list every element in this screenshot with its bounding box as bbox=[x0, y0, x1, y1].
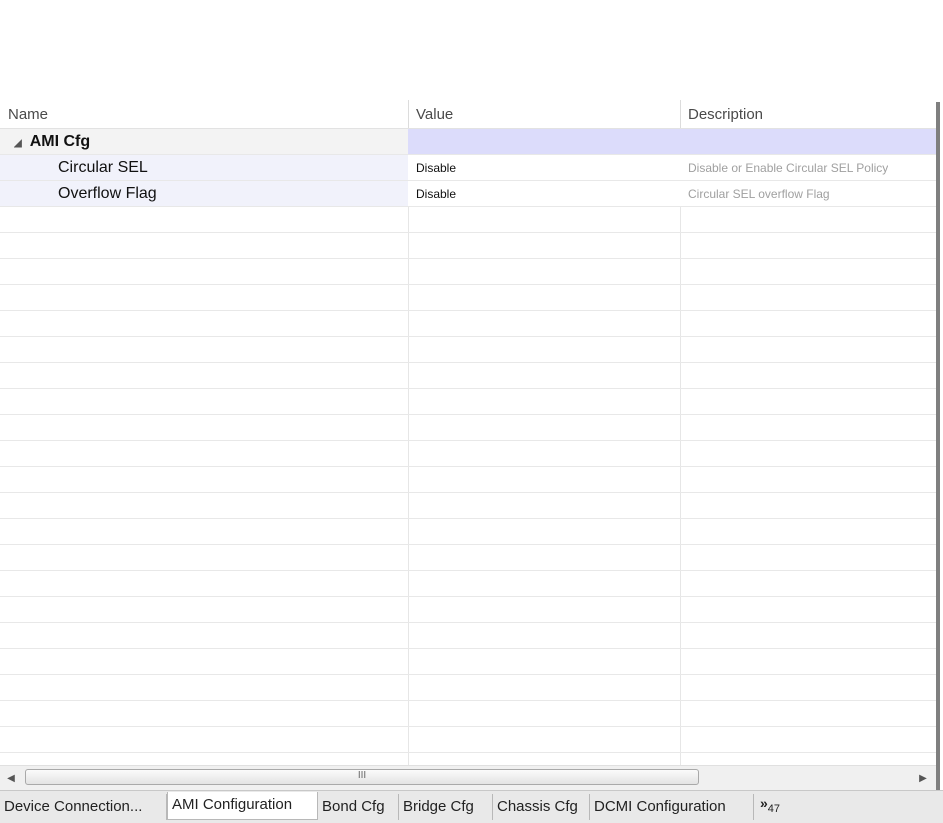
empty-row bbox=[0, 675, 936, 701]
property-grid: Name Value Description ◢ AMI Cfg Circular… bbox=[0, 100, 936, 765]
tab-device-connection[interactable]: Device Connection... bbox=[0, 794, 167, 820]
tab-bond-cfg[interactable]: Bond Cfg bbox=[318, 794, 399, 820]
empty-row bbox=[0, 311, 936, 337]
table-row[interactable]: Overflow Flag Disable Circular SEL overf… bbox=[0, 181, 936, 207]
scroll-left-arrow-icon[interactable]: ◀ bbox=[3, 770, 19, 788]
empty-row bbox=[0, 207, 936, 233]
empty-row bbox=[0, 753, 936, 765]
group-row-ami-cfg[interactable]: ◢ AMI Cfg bbox=[0, 129, 936, 155]
empty-row bbox=[0, 441, 936, 467]
column-header-value[interactable]: Value bbox=[408, 100, 680, 128]
empty-row bbox=[0, 623, 936, 649]
empty-row bbox=[0, 701, 936, 727]
column-header-description[interactable]: Description bbox=[680, 100, 936, 128]
group-name: AMI Cfg bbox=[29, 133, 91, 150]
tab-dcmi-configuration[interactable]: DCMI Configuration bbox=[590, 794, 754, 820]
column-header-name[interactable]: Name bbox=[0, 100, 408, 128]
empty-row bbox=[0, 493, 936, 519]
tab-ami-configuration[interactable]: AMI Configuration bbox=[167, 792, 318, 820]
empty-row bbox=[0, 727, 936, 753]
property-description: Circular SEL overflow Flag bbox=[688, 187, 830, 201]
property-value[interactable]: Disable bbox=[416, 181, 456, 207]
expanded-triangle-icon[interactable]: ◢ bbox=[14, 131, 22, 155]
property-name: Overflow Flag bbox=[58, 185, 157, 202]
scroll-right-arrow-icon[interactable]: ▶ bbox=[915, 770, 931, 788]
empty-row bbox=[0, 571, 936, 597]
empty-row bbox=[0, 233, 936, 259]
vertical-divider bbox=[936, 102, 940, 793]
empty-row bbox=[0, 545, 936, 571]
property-value[interactable]: Disable bbox=[416, 155, 456, 181]
tab-chassis-cfg[interactable]: Chassis Cfg bbox=[493, 794, 590, 820]
empty-row bbox=[0, 285, 936, 311]
empty-row bbox=[0, 259, 936, 285]
more-tabs-button[interactable]: »47 bbox=[760, 795, 780, 815]
tab-strip: Device Connection... AMI Configuration B… bbox=[0, 790, 943, 823]
property-description: Disable or Enable Circular SEL Policy bbox=[688, 161, 889, 175]
scrollbar-thumb[interactable]: III bbox=[25, 769, 699, 785]
empty-row bbox=[0, 519, 936, 545]
grid-header: Name Value Description bbox=[0, 100, 936, 129]
tab-bridge-cfg[interactable]: Bridge Cfg bbox=[399, 794, 493, 820]
empty-row bbox=[0, 597, 936, 623]
empty-row bbox=[0, 467, 936, 493]
more-tabs-count: 47 bbox=[767, 802, 781, 815]
group-label: ◢ AMI Cfg bbox=[14, 129, 90, 155]
empty-row bbox=[0, 649, 936, 675]
empty-row bbox=[0, 363, 936, 389]
scrollbar-grip: III bbox=[357, 770, 367, 781]
empty-row bbox=[0, 389, 936, 415]
more-tabs-icon: » bbox=[760, 795, 768, 811]
property-name: Circular SEL bbox=[58, 159, 148, 176]
empty-row bbox=[0, 337, 936, 363]
table-row[interactable]: Circular SEL Disable Disable or Enable C… bbox=[0, 155, 936, 181]
empty-row bbox=[0, 415, 936, 441]
